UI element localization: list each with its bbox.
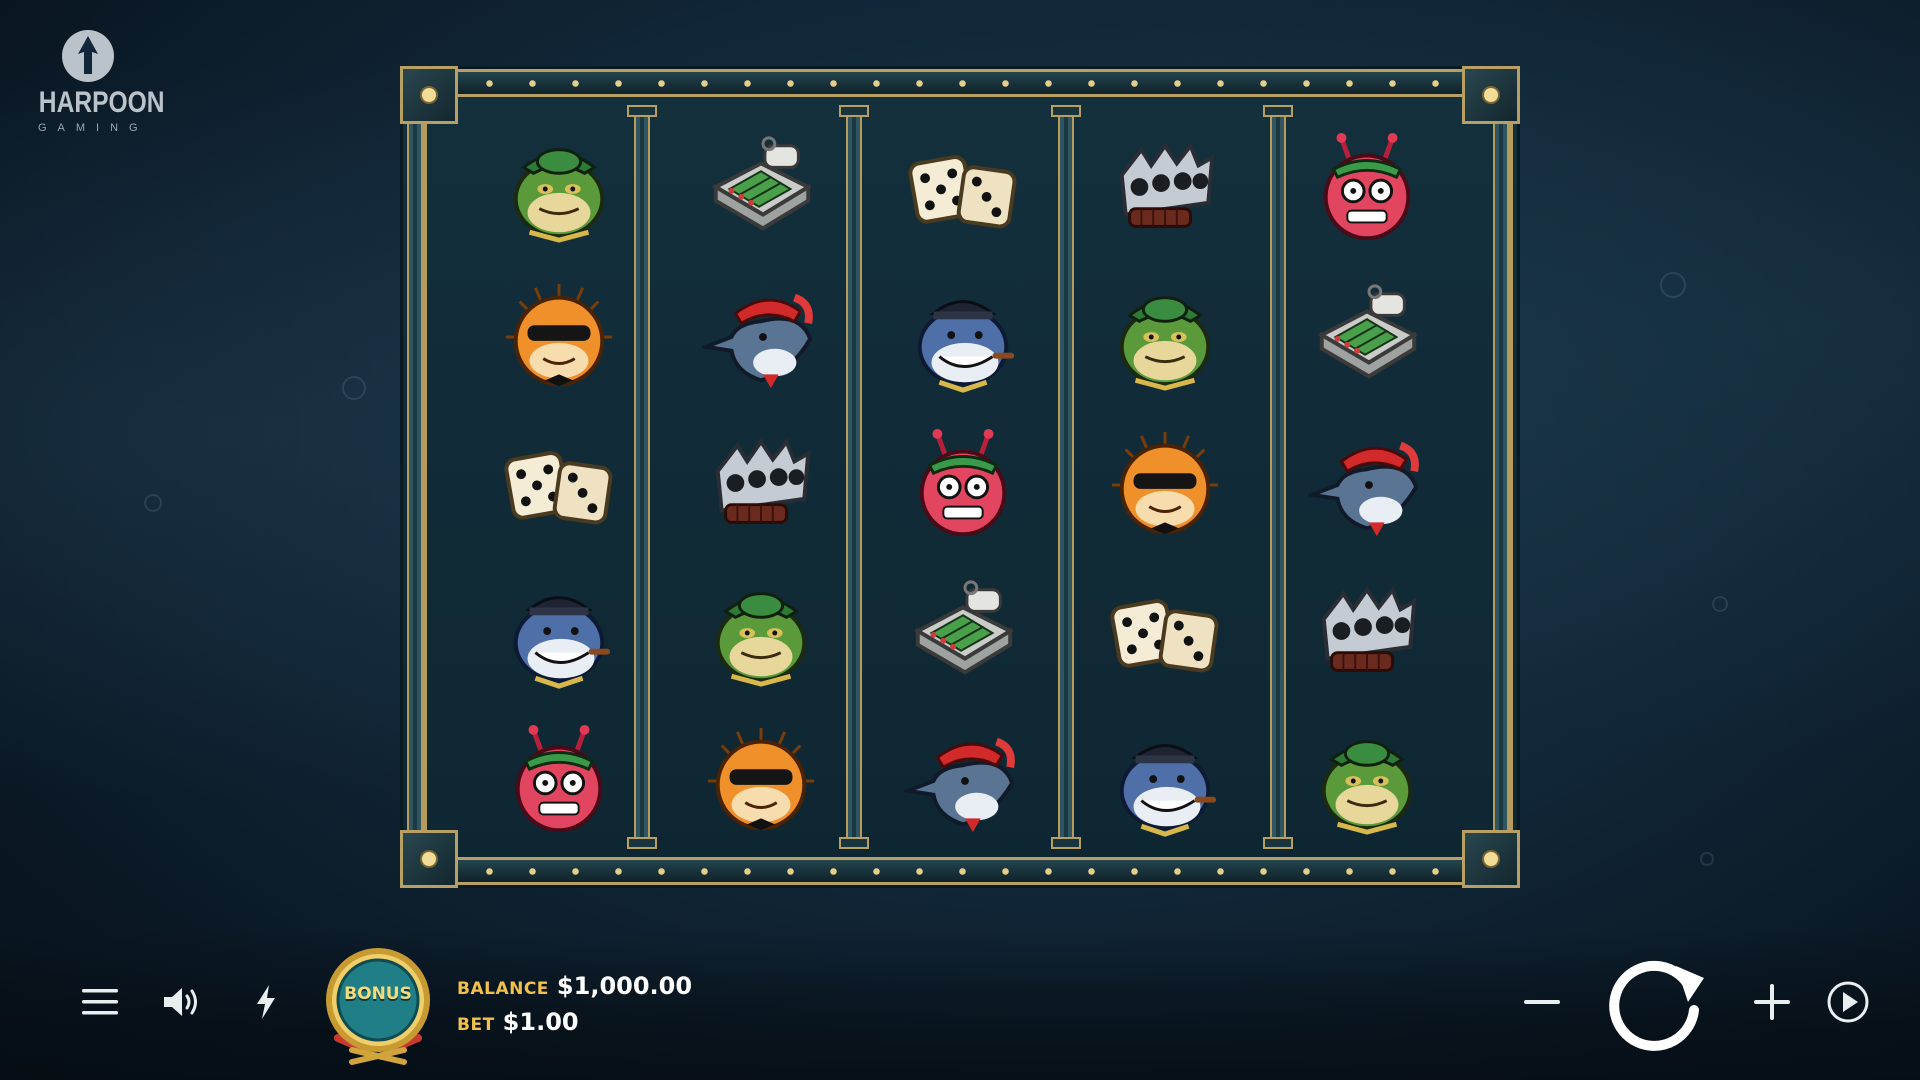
logo-subtitle: GAMING: [38, 122, 149, 134]
balance-value: $1,000.00: [556, 972, 693, 1000]
reel-cell: [1064, 263, 1266, 411]
frog-symbol-icon: [500, 130, 618, 248]
frame-corner: [400, 66, 458, 124]
reel-cell: [1266, 115, 1468, 263]
bubble: [1700, 852, 1714, 866]
swordfish-symbol-icon: [904, 722, 1022, 840]
reel-cell: [862, 707, 1064, 855]
reel-cell: [660, 411, 862, 559]
harpoon-icon: [62, 30, 114, 82]
frame-pillar: [1493, 109, 1513, 845]
autoplay-button[interactable]: [1826, 980, 1870, 1024]
dice-symbol-icon: [1106, 574, 1224, 692]
frame-top-rail: [458, 69, 1462, 97]
sardines-symbol-icon: [702, 130, 820, 248]
reel-cell: [660, 707, 862, 855]
bubble: [144, 494, 162, 512]
reel-cell: [660, 115, 862, 263]
reel-cell: [458, 115, 660, 263]
harpoon-gaming-logo: HARPOON GAMING: [28, 30, 165, 134]
reel-cell: [458, 707, 660, 855]
crab-symbol-icon: [1308, 130, 1426, 248]
decrease-bet-button[interactable]: [1522, 984, 1562, 1020]
logo-title: HARPOON: [38, 86, 165, 119]
play-icon: [1827, 981, 1869, 1023]
dice-symbol-icon: [500, 426, 618, 544]
frame-corner: [1462, 66, 1520, 124]
balance-label: BALANCE: [457, 979, 549, 999]
reel-cell: [458, 559, 660, 707]
reel-cell: [1064, 707, 1266, 855]
reel-cell: [1266, 263, 1468, 411]
swordfish-symbol-icon: [702, 278, 820, 396]
swordfish-symbol-icon: [1308, 426, 1426, 544]
frog-symbol-icon: [702, 574, 820, 692]
puffer-symbol-icon: [702, 722, 820, 840]
crab-symbol-icon: [904, 426, 1022, 544]
reel-cell: [1064, 411, 1266, 559]
knuckles-symbol-icon: [1308, 574, 1426, 692]
knuckles-symbol-icon: [702, 426, 820, 544]
hamburger-menu-icon: [82, 989, 118, 1015]
frame-corner: [400, 830, 458, 888]
plus-icon: [1754, 984, 1790, 1020]
reel-cell: [1064, 559, 1266, 707]
bet-label: BET: [457, 1015, 495, 1035]
bubble: [1712, 596, 1728, 612]
frame-corner: [1462, 830, 1520, 888]
frog-symbol-icon: [1308, 722, 1426, 840]
puffer-symbol-icon: [500, 278, 618, 396]
reel-cell: [862, 411, 1064, 559]
spin-button[interactable]: [1604, 950, 1708, 1054]
reel-grid: [458, 115, 1468, 855]
increase-bet-button[interactable]: [1752, 982, 1792, 1022]
minus-icon: [1524, 1000, 1560, 1004]
reel-cell: [458, 411, 660, 559]
frog-symbol-icon: [1106, 278, 1224, 396]
reel-cell: [1064, 115, 1266, 263]
reel-cell: [1266, 411, 1468, 559]
menu-button[interactable]: [78, 980, 122, 1024]
reel-cell: [660, 559, 862, 707]
bubble: [342, 376, 366, 400]
bonus-label: BONUS: [344, 984, 412, 1004]
reel-cell: [1266, 559, 1468, 707]
crab-symbol-icon: [500, 722, 618, 840]
shark-symbol-icon: [500, 574, 618, 692]
turbo-button[interactable]: [248, 980, 284, 1024]
reel-frame: [400, 66, 1520, 888]
bonus-buy-button[interactable]: BONUS: [318, 946, 438, 1066]
speaker-icon: [164, 988, 197, 1016]
sardines-symbol-icon: [1308, 278, 1426, 396]
shark-symbol-icon: [904, 278, 1022, 396]
reel-cell: [458, 263, 660, 411]
spin-icon: [1609, 960, 1704, 1051]
reel-cell: [660, 263, 862, 411]
lightning-icon: [257, 985, 275, 1019]
knuckles-symbol-icon: [1106, 130, 1224, 248]
frame-pillar: [407, 109, 427, 845]
sardines-symbol-icon: [904, 574, 1022, 692]
frame-bottom-rail: [458, 857, 1462, 885]
reel-cell: [1266, 707, 1468, 855]
shark-symbol-icon: [1106, 722, 1224, 840]
bubble: [1660, 272, 1686, 298]
reel-cell: [862, 115, 1064, 263]
puffer-symbol-icon: [1106, 426, 1224, 544]
bonus-badge-icon: [326, 948, 430, 1065]
reel-cell: [862, 559, 1064, 707]
sound-button[interactable]: [158, 980, 206, 1024]
dice-symbol-icon: [904, 130, 1022, 248]
bet-value: $1.00: [502, 1008, 579, 1036]
reel-cell: [862, 263, 1064, 411]
balance-panel: BALANCE $1,000.00 BET $1.00: [457, 972, 692, 1044]
